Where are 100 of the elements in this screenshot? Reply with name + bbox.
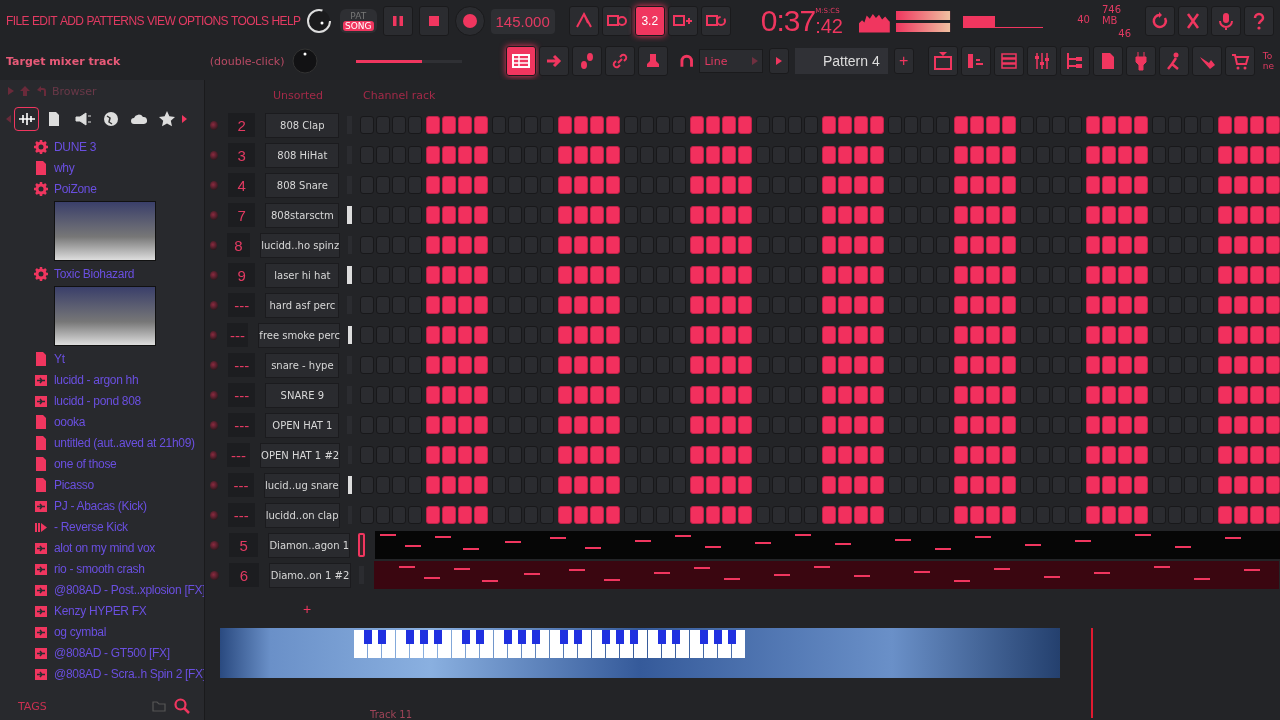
- mute-led[interactable]: [210, 210, 219, 220]
- channel-name-button[interactable]: OPEN HAT 1: [265, 412, 340, 438]
- mixer-track-number[interactable]: ---: [226, 443, 251, 467]
- stop-button[interactable]: [418, 6, 449, 36]
- add-channel-button[interactable]: +: [301, 601, 314, 617]
- pause-button[interactable]: [382, 6, 413, 36]
- mute-led[interactable]: [210, 150, 219, 160]
- mixer-track-number[interactable]: ---: [228, 503, 255, 527]
- channel-name-button[interactable]: 808 Snare: [265, 172, 340, 198]
- browser-item[interactable]: untitled (aut..aved at 21h09): [54, 435, 195, 450]
- pattern-menu-button[interactable]: [769, 48, 790, 74]
- browser-item[interactable]: Yt: [54, 351, 65, 366]
- all-tab[interactable]: [14, 107, 39, 131]
- mute-led[interactable]: [210, 570, 219, 580]
- list-button[interactable]: [993, 46, 1024, 76]
- mixer-track-number[interactable]: 9: [228, 263, 256, 287]
- mixer-track-number[interactable]: ---: [228, 383, 256, 407]
- mixer-track-number[interactable]: 8: [226, 233, 251, 257]
- menu-item[interactable]: OPTIONS: [178, 14, 228, 28]
- menu-item[interactable]: EDIT: [31, 14, 57, 28]
- browser-item[interactable]: lucidd - argon hh: [54, 372, 139, 387]
- mixer-track-number[interactable]: 6: [229, 563, 259, 587]
- channel-name-button[interactable]: Diamo..on 1 #2: [269, 562, 351, 588]
- undo-button[interactable]: [1145, 6, 1175, 36]
- filter-dropdown[interactable]: Unsorted: [273, 88, 324, 102]
- channel-name-button[interactable]: lucidd..on clap: [264, 502, 340, 528]
- piano-roll-preview-drawing[interactable]: [374, 561, 1279, 589]
- mixer-track-number[interactable]: ---: [228, 353, 256, 377]
- browser-item[interactable]: alot on my mind vox: [54, 540, 155, 555]
- channel-name-button[interactable]: hard asf perc: [265, 292, 340, 318]
- channel-name-button[interactable]: lucidd..ho spinz: [260, 232, 341, 258]
- menu-item[interactable]: HELP: [271, 14, 301, 28]
- mute-led[interactable]: [210, 300, 219, 310]
- browser-item[interactable]: DUNE 3: [54, 139, 97, 154]
- pattern-song-toggle[interactable]: PAT SONG: [340, 9, 377, 33]
- stamp-button[interactable]: [638, 46, 669, 76]
- channel-name-button[interactable]: 808 Clap: [265, 112, 340, 138]
- knob-icon[interactable]: [304, 6, 334, 36]
- metronome-button[interactable]: [568, 6, 599, 36]
- mute-led[interactable]: [210, 510, 218, 520]
- browser-item[interactable]: @808AD - Post..xplosion [FX]: [54, 582, 204, 597]
- channel-name-button[interactable]: 808starsctm: [265, 202, 340, 228]
- tags-label[interactable]: TAGS: [18, 699, 144, 713]
- browser-item[interactable]: lucidd - pond 808: [54, 393, 141, 408]
- expand-arrow-icon[interactable]: [8, 87, 14, 95]
- channel-name-button[interactable]: OPEN HAT 1 #2: [260, 442, 341, 468]
- mixer-track-number[interactable]: 5: [228, 533, 259, 557]
- mute-led[interactable]: [210, 450, 217, 460]
- search-icon[interactable]: [174, 698, 190, 714]
- browser-item[interactable]: Kenzy HYPER FX: [54, 603, 147, 618]
- mute-led[interactable]: [210, 120, 219, 130]
- mute-led[interactable]: [210, 390, 219, 400]
- up-arrow-icon[interactable]: [20, 86, 30, 96]
- add-pattern-button[interactable]: +: [893, 48, 914, 74]
- mute-led[interactable]: [210, 540, 219, 550]
- channel-name-button[interactable]: free smoke perc: [258, 322, 341, 348]
- channel-select-bar[interactable]: [347, 476, 352, 494]
- person-button[interactable]: [1158, 46, 1189, 76]
- mixer-track-number[interactable]: ---: [228, 293, 256, 317]
- mute-led[interactable]: [210, 420, 219, 430]
- browser-item[interactable]: @808AD - GT500 [FX]: [54, 645, 170, 660]
- pattern-selector[interactable]: Pattern 4: [795, 48, 888, 74]
- tools-button[interactable]: [1178, 6, 1208, 36]
- browser-item[interactable]: Toxic Biohazard: [54, 266, 135, 281]
- channel-name-button[interactable]: 808 HiHat: [265, 142, 340, 168]
- scroll-left-icon[interactable]: [6, 115, 11, 123]
- arrow-button[interactable]: [539, 46, 570, 76]
- browser-item[interactable]: why: [54, 160, 75, 175]
- mute-led[interactable]: [210, 330, 217, 340]
- browser-item[interactable]: rio - smooth crash: [54, 561, 145, 576]
- master-volume-slider[interactable]: [356, 59, 463, 63]
- mixer-track-number[interactable]: 7: [228, 203, 256, 227]
- tree-button[interactable]: [1059, 46, 1090, 76]
- browser-item[interactable]: og cymbal: [54, 624, 106, 639]
- menu-item[interactable]: PATTERNS: [86, 14, 144, 28]
- mute-led[interactable]: [210, 480, 218, 490]
- snap-dropdown[interactable]: Line: [699, 49, 764, 73]
- keyboard-plus-button[interactable]: [667, 6, 698, 36]
- back-arrow-icon[interactable]: [36, 86, 46, 96]
- menu-item[interactable]: TOOLS: [230, 14, 269, 28]
- footprint-button[interactable]: [572, 46, 603, 76]
- channel-rack-button[interactable]: [506, 46, 537, 76]
- browser-item[interactable]: oooka: [54, 414, 86, 429]
- channel-name-button[interactable]: snare - hype: [265, 352, 340, 378]
- channel-name-button[interactable]: SNARE 9: [265, 382, 340, 408]
- mixer-track-number[interactable]: ---: [226, 323, 249, 347]
- browser-item[interactable]: - Reverse Kick: [54, 519, 128, 534]
- channel-name-button[interactable]: lucid..ug snare: [263, 472, 340, 498]
- sliders-button[interactable]: [1026, 46, 1057, 76]
- browser-item[interactable]: Picasso: [54, 477, 94, 492]
- mixer-bars-button[interactable]: [960, 46, 991, 76]
- folder-icon[interactable]: [152, 700, 166, 712]
- plug-button[interactable]: [1125, 46, 1156, 76]
- keyboard-loop-button[interactable]: [700, 6, 731, 36]
- browser-item[interactable]: one of those: [54, 456, 117, 471]
- browser-item[interactable]: PoiZone: [54, 181, 97, 196]
- piano-roll-preview-drawing[interactable]: [375, 531, 1280, 559]
- playlist-button[interactable]: [927, 46, 958, 76]
- keyboard-clock-button[interactable]: [601, 6, 632, 36]
- cart-button[interactable]: [1224, 46, 1255, 76]
